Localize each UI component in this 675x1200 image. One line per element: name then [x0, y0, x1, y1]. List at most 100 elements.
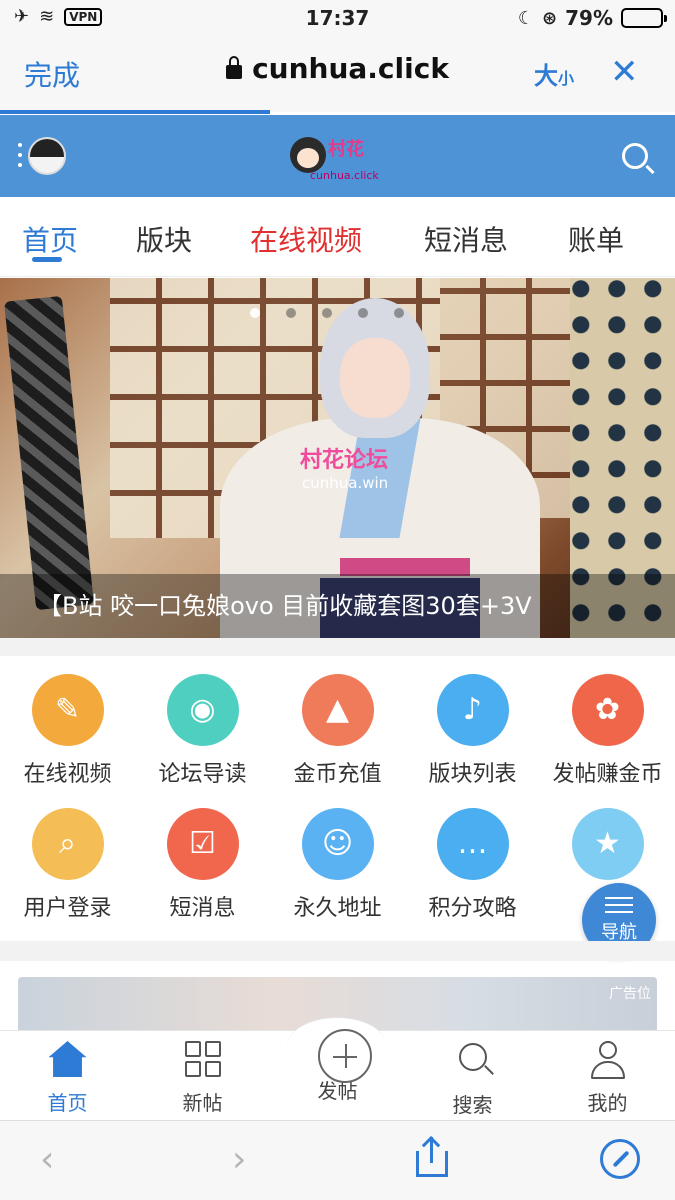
nav-home[interactable]: 首页 [0, 1041, 135, 1116]
page-load-progress [0, 110, 270, 114]
menu-dots-icon[interactable] [18, 143, 22, 173]
shortcut-glyph: ☑ [189, 826, 216, 861]
rotation-lock-icon: ⊛ [542, 7, 558, 29]
carousel-dot[interactable] [394, 308, 404, 318]
pencil-icon: ✎ [31, 674, 104, 746]
shortcut-glyph: ◉ [189, 692, 216, 727]
nav-new-posts[interactable]: 新帖 [135, 1041, 270, 1116]
shortcut-label: 永久地址 [293, 896, 382, 921]
divider [0, 638, 675, 656]
browser-toolbar: 完成 cunhua.click 大小 ✕ [0, 38, 675, 112]
banner-watermark: 村花论坛 cunhua.win [300, 442, 388, 492]
shortcut-grid: ✎ 在线视频 ◉ 论坛导读 ▲ 金币充值 ♪ 版块列表 ✿ 发帖赚金币 ⌕ 用户登录 ☑ 短消息 ☺ 永久地址… [0, 656, 675, 941]
shortcut-item[interactable]: ⌕ 用户登录 [0, 808, 135, 922]
shortcut-item[interactable]: ☺ 永久地址 [270, 808, 405, 922]
battery-icon [621, 8, 667, 28]
text-size-button[interactable]: 大小 [534, 56, 574, 91]
banner-caption[interactable]: 【B站 咬一口兔娘ovo 目前收藏套图30套+3V [0, 574, 675, 638]
shortcut-item[interactable]: ✎ 在线视频 [0, 674, 135, 788]
tab-home[interactable]: 首页 [22, 219, 78, 259]
tab-online-video[interactable]: 在线视频 [250, 219, 362, 259]
site-logo[interactable]: 村花 cunhua.click [290, 131, 400, 187]
hero-banner[interactable]: 村花论坛 cunhua.win 【B站 咬一口兔娘ovo 目前收藏套图30套+3… [0, 278, 675, 638]
compass-icon[interactable] [600, 1139, 640, 1179]
shortcut-item[interactable]: ▲ 金币充值 [270, 674, 405, 788]
shortcut-label: 短消息 [169, 896, 236, 921]
shortcut-label: 积分攻略 [428, 896, 517, 921]
lock-icon [226, 56, 243, 79]
grid-icon [183, 1041, 223, 1077]
bottom-app-nav: 首页 新帖 发帖 搜索 我的 [0, 1017, 675, 1120]
eye-icon: ◉ [166, 674, 239, 746]
shortcut-label: 发帖赚金币 [552, 762, 663, 787]
text-size-small: 小 [558, 69, 575, 88]
nav-home-label: 首页 [47, 1091, 88, 1115]
carousel-dot[interactable] [358, 308, 368, 318]
shortcut-label: 金币充值 [293, 762, 382, 787]
plus-circle-icon [317, 1029, 372, 1083]
calendar-check-icon: ☑ [166, 808, 239, 880]
watermark-url: cunhua.win [302, 474, 389, 492]
search-icon: ⌕ [31, 808, 104, 880]
avatar[interactable] [28, 137, 66, 175]
search-icon[interactable] [622, 143, 648, 169]
shortcut-item[interactable]: ♪ 版块列表 [405, 674, 540, 788]
watermark-title: 村花论坛 [300, 448, 389, 473]
url-text: cunhua.click [252, 52, 449, 85]
carousel-dot[interactable] [322, 308, 332, 318]
nav-me-label: 我的 [587, 1091, 628, 1115]
carousel-dot[interactable] [250, 308, 260, 318]
logo-mascot-icon [290, 137, 326, 173]
tab-sections[interactable]: 版块 [136, 219, 192, 259]
shortcut-item[interactable]: … 积分攻略 [405, 808, 540, 922]
star-icon: ★ [571, 808, 644, 880]
chat-bubble-icon: … [436, 808, 509, 880]
tab-bill[interactable]: 账单 [568, 219, 624, 259]
battery-percent: 79% [565, 6, 613, 30]
nav-new-posts-label: 新帖 [182, 1091, 223, 1115]
banner-sword [3, 295, 95, 611]
carousel-indicator[interactable] [250, 308, 404, 318]
tab-messages[interactable]: 短消息 [424, 219, 508, 259]
search-icon [458, 1043, 487, 1071]
main-tabs: 首页 版块 在线视频 短消息 账单 [0, 197, 675, 277]
logo-text: 村花 [328, 139, 364, 160]
logo-sub: cunhua.click [310, 169, 379, 182]
nav-search-label: 搜索 [452, 1093, 493, 1117]
shortcut-label: 在线视频 [23, 762, 112, 787]
status-bar: ✈ ≋ VPN 17:37 ☾ ⊛ 79% [0, 0, 675, 38]
shortcut-glyph: ▲ [325, 692, 350, 727]
shortcut-glyph: ✿ [594, 692, 621, 727]
film-reel-icon: ✿ [571, 674, 644, 746]
forward-icon[interactable]: › [232, 1139, 246, 1180]
site-header: 村花 cunhua.click [0, 115, 675, 197]
shortcut-glyph: ☺ [321, 826, 354, 861]
shortcut-glyph: … [457, 826, 488, 861]
shortcut-item[interactable]: ✿ 发帖赚金币 [540, 674, 675, 788]
shortcut-item[interactable]: ☑ 短消息 [135, 808, 270, 922]
share-icon[interactable] [416, 1137, 448, 1177]
user-icon [588, 1041, 628, 1081]
shortcut-label: 版块列表 [428, 762, 517, 787]
shortcut-label: 用户登录 [23, 896, 112, 921]
nav-post[interactable]: 发帖 [270, 1029, 405, 1104]
nav-me[interactable]: 我的 [540, 1041, 675, 1116]
menu-icon [605, 897, 633, 913]
home-icon [48, 1041, 87, 1077]
shortcut-glyph: ⌕ [59, 826, 76, 861]
shortcut-glyph: ✎ [54, 692, 81, 727]
status-right: ☾ ⊛ 79% [517, 6, 667, 30]
nav-search[interactable]: 搜索 [405, 1041, 540, 1118]
close-icon[interactable]: ✕ [610, 52, 639, 92]
back-icon[interactable]: ‹ [40, 1139, 54, 1180]
nav-post-label: 发帖 [317, 1079, 358, 1103]
shortcut-item[interactable]: ◉ 论坛导读 [135, 674, 270, 788]
active-tab-indicator [32, 257, 62, 262]
shortcut-glyph: ♪ [462, 692, 483, 727]
moon-icon: ☾ [517, 7, 535, 29]
browser-bottom-bar: ‹ › [0, 1120, 675, 1200]
user-icon: ☺ [301, 808, 374, 880]
carousel-dot[interactable] [286, 308, 296, 318]
shortcut-label: 论坛导读 [158, 762, 247, 787]
music-icon: ♪ [436, 674, 509, 746]
